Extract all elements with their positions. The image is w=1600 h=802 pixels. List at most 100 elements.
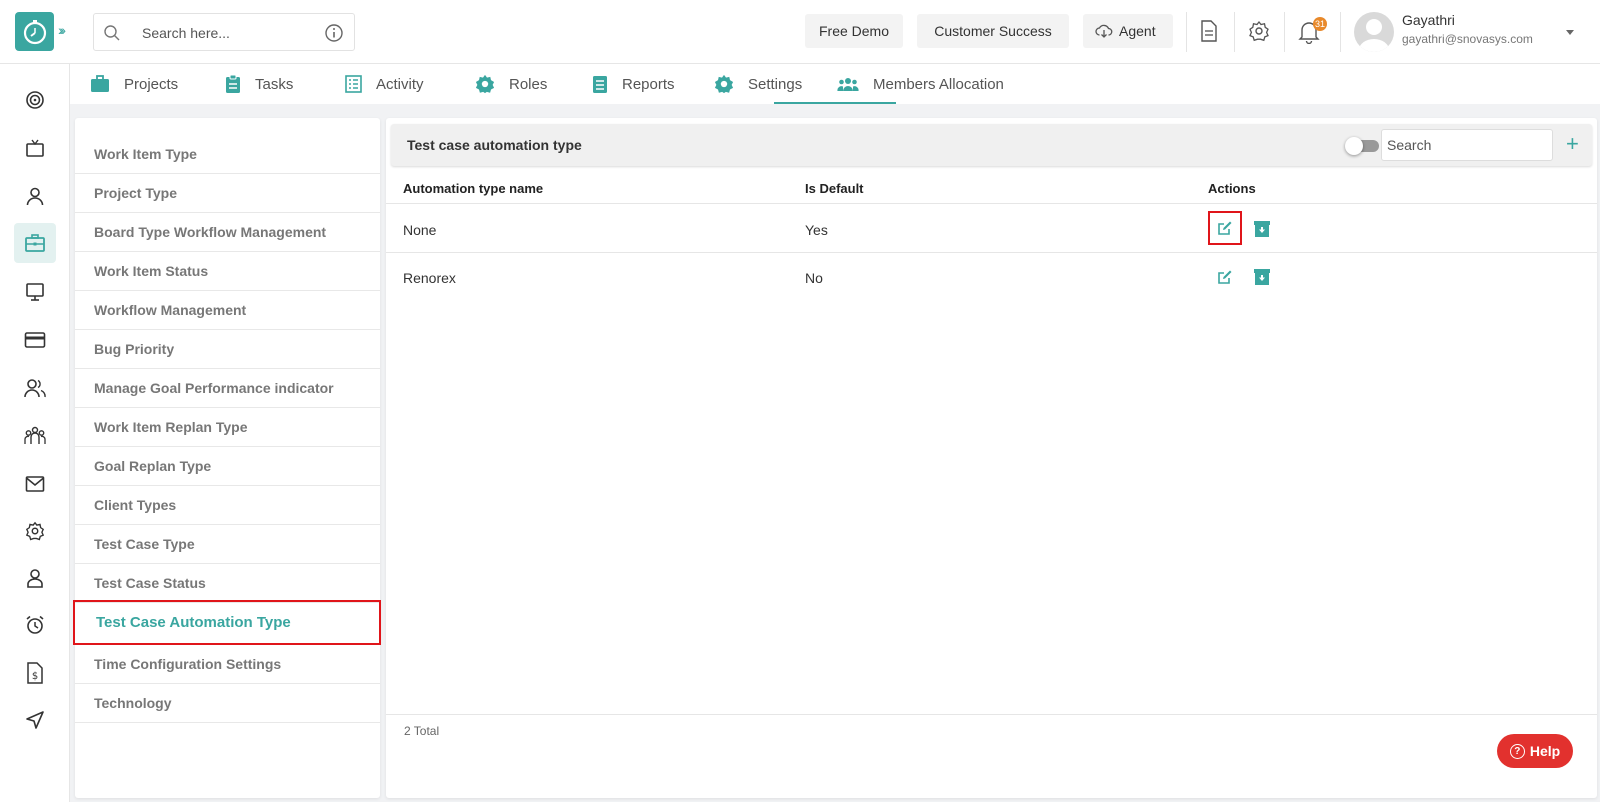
customer-success-button[interactable]: Customer Success [917,14,1069,48]
alarm-clock-icon [26,615,44,634]
active-tab-indicator [774,102,896,104]
settings-menu-item[interactable]: Bug Priority [75,330,380,369]
panel-search-input[interactable] [1381,129,1553,161]
column-header-name: Automation type name [403,181,544,196]
tab-label: Activity [376,75,424,93]
divider [1340,12,1341,52]
users-icon [837,78,859,91]
avatar[interactable] [1354,12,1394,52]
add-icon[interactable]: + [1566,131,1579,157]
expand-sidebar-icon[interactable]: ››› [58,22,66,38]
column-header-actions: Actions [1208,181,1256,196]
settings-menu-item[interactable]: Time Configuration Settings [75,645,380,684]
notification-badge: 31 [1313,17,1328,31]
info-icon[interactable] [324,23,344,43]
document-icon[interactable] [1199,20,1219,42]
edit-icon [1218,270,1232,284]
user-email: gayathri@snovasys.com [1402,32,1533,46]
gear-icon [25,521,45,541]
cell-name: None [403,222,437,238]
divider [1234,12,1235,52]
global-search-input[interactable] [142,22,312,44]
cell-is-default: No [805,270,823,286]
tab-settings[interactable]: Settings [714,64,802,104]
team-icon [24,426,46,444]
settings-menu-item[interactable]: Work Item Status [75,252,380,291]
settings-gear-icon[interactable] [1248,20,1270,42]
settings-menu-item[interactable]: Goal Replan Type [75,447,380,486]
invoice-icon: $ [27,662,43,684]
rail-users[interactable] [14,368,56,408]
edit-button[interactable] [1215,267,1235,287]
app-logo[interactable] [15,12,54,51]
mail-icon [25,476,45,492]
settings-menu-item[interactable]: Board Type Workflow Management [75,213,380,252]
rail-settings[interactable] [14,511,56,551]
rail-team[interactable] [14,416,56,456]
archive-icon [1254,221,1270,237]
header-divider [386,203,1597,204]
rail-profile[interactable] [14,176,56,216]
cell-is-default: Yes [805,222,828,238]
tab-roles[interactable]: Roles [475,64,547,104]
settings-menu-item[interactable]: Test Case Status [75,564,380,603]
target-icon [26,91,44,109]
settings-menu-item-active[interactable]: Test Case Automation Type [73,600,381,645]
divider [1186,12,1187,52]
archive-toggle[interactable] [1345,137,1379,155]
tab-label: Members Allocation [873,75,1004,93]
tab-label: Tasks [255,75,294,93]
archive-button[interactable] [1252,219,1272,239]
stopwatch-icon [23,19,46,44]
help-button[interactable]: ? Help [1497,734,1573,768]
agent-label: Agent [1119,23,1156,39]
search-icon [104,25,120,41]
rail-mail[interactable] [14,464,56,504]
settings-menu-item[interactable]: Work Item Replan Type [75,408,380,447]
question-icon: ? [1509,743,1525,759]
left-rail: $ [0,64,70,802]
gear-icon [714,74,734,94]
agent-button[interactable]: Agent [1083,14,1173,48]
rail-tv[interactable] [14,128,56,168]
rail-timer[interactable] [14,605,56,645]
settings-menu-item[interactable]: Work Item Type [75,135,380,174]
rail-projects[interactable] [14,223,56,263]
user-menu-chevron-down-icon[interactable] [1566,30,1574,35]
tab-label: Roles [509,75,548,93]
tab-members-allocation[interactable]: Members Allocation [837,64,1004,104]
settings-menu-item[interactable]: Manage Goal Performance indicator [75,369,380,408]
help-label: Help [1529,743,1561,759]
users-icon [24,379,46,398]
rail-dashboard[interactable] [14,80,56,120]
edit-icon [1218,221,1232,235]
monitor-icon [26,283,44,301]
gear-icon [475,74,495,94]
rail-billing[interactable] [14,320,56,360]
rail-employee[interactable] [14,558,56,598]
settings-menu-item[interactable]: Client Types [75,486,380,525]
svg-text:$: $ [32,671,38,682]
tv-icon [26,139,44,157]
rail-send[interactable] [14,700,56,740]
settings-menu-item[interactable]: Workflow Management [75,291,380,330]
settings-menu-item[interactable]: Project Type [75,174,380,213]
user-silhouette-icon [1359,19,1389,52]
automation-type-panel: Test case automation type + Automation t… [386,118,1597,798]
tab-activity[interactable]: Activity [345,64,424,104]
main-tabs: Projects Tasks Activity Roles Reports Se… [70,64,1600,104]
tab-projects[interactable]: Projects [90,64,178,104]
rail-invoice[interactable]: $ [14,653,56,693]
settings-menu-item[interactable]: Test Case Type [75,525,380,564]
edit-button[interactable] [1208,211,1242,245]
free-demo-button[interactable]: Free Demo [805,14,903,48]
tab-tasks[interactable]: Tasks [225,64,293,104]
toggle-knob [1345,137,1363,155]
tab-reports[interactable]: Reports [592,64,675,104]
tab-label: Reports [622,75,675,93]
rail-monitor[interactable] [14,272,56,312]
settings-menu-item[interactable]: Technology [75,684,380,723]
footer-divider [386,714,1597,715]
archive-button[interactable] [1252,267,1272,287]
badge-user-icon [27,569,43,588]
